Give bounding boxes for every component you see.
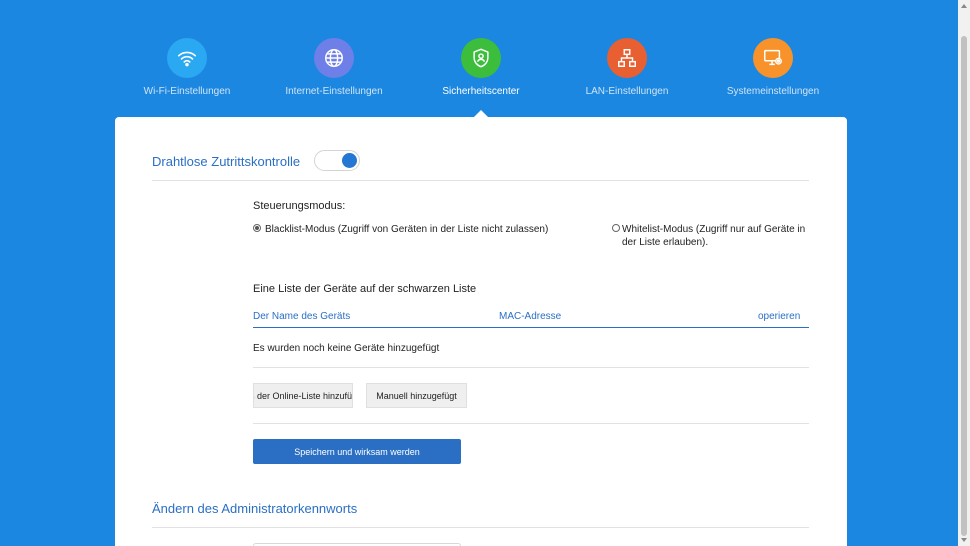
nav-item-wifi[interactable]: Wi-Fi-Einstellungen bbox=[117, 36, 257, 97]
nav-label: Wi-Fi-Einstellungen bbox=[143, 86, 231, 97]
row-divider bbox=[253, 423, 809, 424]
nav-label: Systemeinstellungen bbox=[726, 86, 820, 97]
table-header-line bbox=[253, 327, 809, 328]
page-scrollbar[interactable] bbox=[958, 0, 970, 546]
column-header-mac: MAC-Adresse bbox=[499, 311, 562, 322]
network-icon bbox=[607, 38, 647, 78]
control-mode-label: Steuerungsmodus: bbox=[253, 200, 346, 212]
shield-icon bbox=[461, 38, 501, 78]
nav-item-lan[interactable]: LAN-Einstellungen bbox=[557, 36, 697, 97]
settings-card: Drahtlose Zutrittskontrolle Steuerungsmo… bbox=[115, 117, 847, 546]
empty-list-text: Es wurden noch keine Geräte hinzugefügt bbox=[253, 343, 440, 354]
add-from-online-list-button[interactable]: Aus der Online-Liste hinzufügen bbox=[253, 383, 353, 408]
globe-icon bbox=[314, 38, 354, 78]
wifi-icon bbox=[167, 38, 207, 78]
save-apply-button[interactable]: Speichern und wirksam werden bbox=[253, 439, 461, 464]
nav-label: LAN-Einstellungen bbox=[585, 86, 669, 97]
blacklist-title: Eine Liste der Geräte auf der schwarzen … bbox=[253, 283, 477, 295]
active-tab-pointer bbox=[474, 110, 488, 117]
section-title-admin-password: Ändern des Administratorkennworts bbox=[152, 501, 358, 516]
section-title-access-control: Drahtlose Zutrittskontrolle bbox=[152, 154, 301, 169]
column-header-operate: operieren bbox=[758, 311, 801, 322]
nav-label: Sicherheitscenter bbox=[442, 86, 520, 97]
section-divider bbox=[152, 180, 809, 181]
section-divider bbox=[152, 527, 809, 528]
whitelist-option-label[interactable]: Whitelist-Modus (Zugriff nur auf Geräte … bbox=[622, 223, 822, 249]
scroll-down-icon[interactable] bbox=[961, 538, 967, 542]
nav-item-internet[interactable]: Internet-Einstellungen bbox=[264, 36, 404, 97]
nav-label: Internet-Einstellungen bbox=[285, 86, 383, 97]
scrollbar-thumb[interactable] bbox=[961, 36, 967, 536]
add-manually-button[interactable]: Manuell hinzugefügt bbox=[366, 383, 467, 408]
column-header-device-name: Der Name des Geräts bbox=[253, 311, 351, 322]
blacklist-option-label[interactable]: Blacklist-Modus (Zugriff von Geräten in … bbox=[265, 223, 565, 236]
blacklist-radio[interactable] bbox=[253, 224, 261, 232]
monitor-settings-icon bbox=[753, 38, 793, 78]
nav-item-system[interactable]: Systemeinstellungen bbox=[703, 36, 843, 97]
access-control-toggle[interactable] bbox=[314, 150, 360, 171]
whitelist-radio[interactable] bbox=[612, 224, 620, 232]
scroll-up-icon[interactable] bbox=[961, 4, 967, 8]
row-divider bbox=[253, 367, 809, 368]
nav-item-security[interactable]: Sicherheitscenter bbox=[411, 36, 551, 97]
top-navigation: Wi-Fi-Einstellungen Internet-Einstellung… bbox=[115, 36, 847, 116]
toggle-knob bbox=[342, 153, 357, 168]
